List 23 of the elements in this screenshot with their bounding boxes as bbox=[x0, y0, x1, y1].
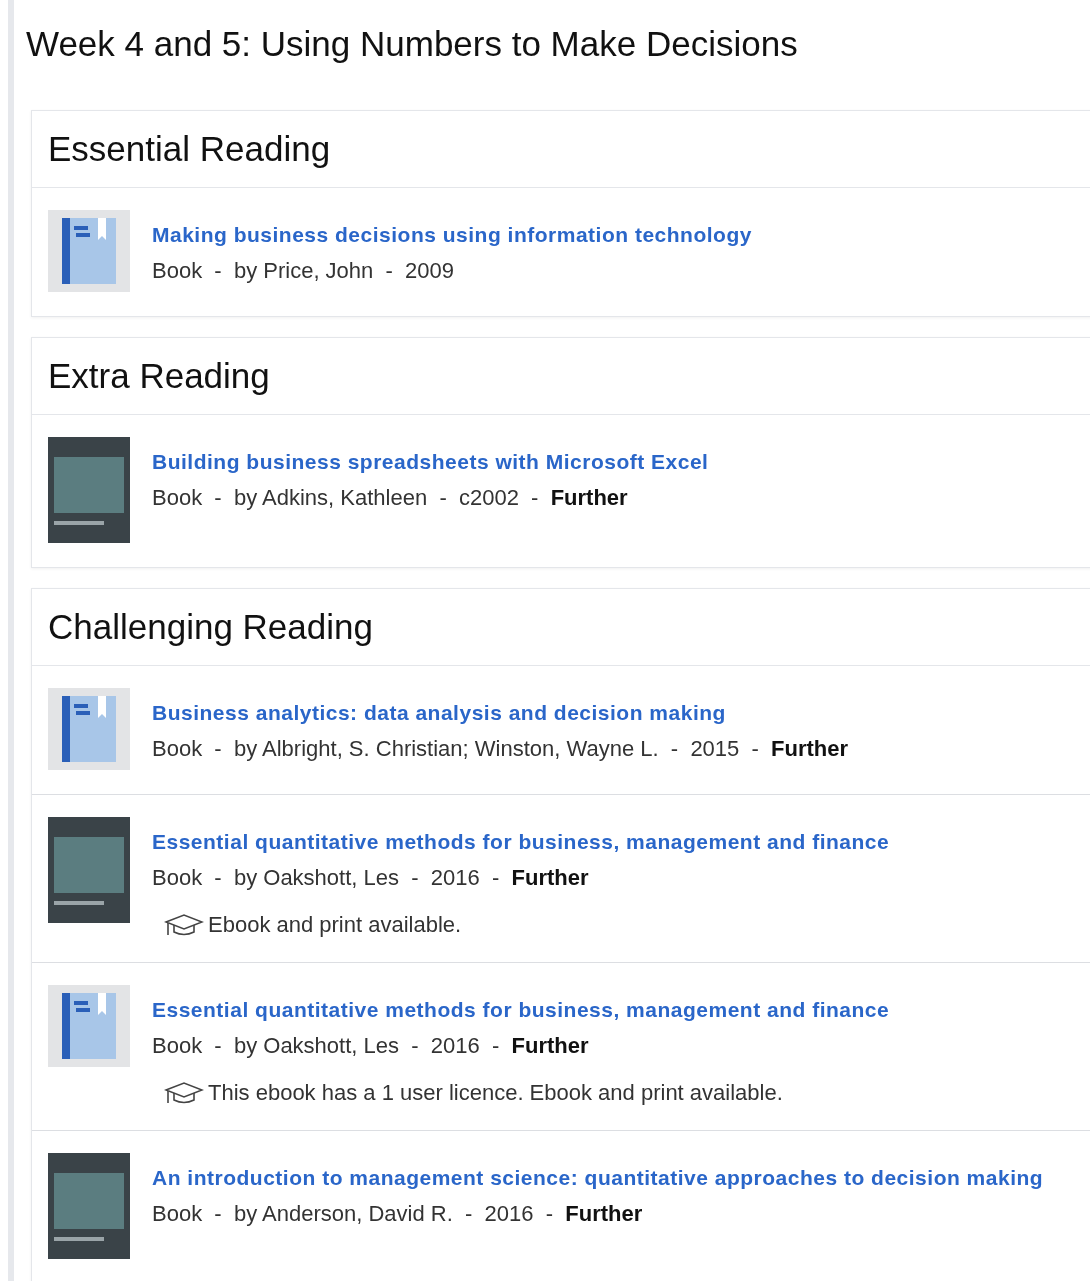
book-title-link[interactable]: Essential quantitative methods for business, management and finance bbox=[152, 829, 890, 854]
book-icon bbox=[48, 985, 130, 1067]
section-heading: Extra Reading bbox=[32, 338, 1090, 415]
availability-note: Ebook and print available. bbox=[208, 911, 462, 938]
book-details: Book - by Oakshott, Les - 2016 - Further bbox=[152, 864, 590, 891]
book-details: Book - by Price, John - 2009 bbox=[152, 257, 456, 284]
section-heading: Essential Reading bbox=[32, 111, 1090, 188]
book-details: Book - by Albright, S. Christian; Winston, Wayne L. - 2015 - Further bbox=[152, 735, 849, 762]
page-title: Week 4 and 5: Using Numbers to Make Decisions bbox=[26, 24, 799, 64]
book-details: Book - by Adkins, Kathleen - c2002 - Further bbox=[152, 484, 629, 511]
book-title-link[interactable]: Business analytics: data analysis and decision making bbox=[152, 700, 726, 725]
book-details: Book - by Oakshott, Les - 2016 - Further bbox=[152, 1032, 590, 1059]
section-heading: Challenging Reading bbox=[32, 589, 1090, 666]
book-details: Book - by Anderson, David R. - 2016 - Further bbox=[152, 1200, 644, 1227]
availability-note: This ebook has a 1 user licence. Ebook and print available. bbox=[208, 1079, 783, 1106]
book-title-link[interactable]: Essential quantitative methods for business, management and finance bbox=[152, 997, 890, 1022]
book-icon bbox=[48, 210, 130, 292]
book-icon bbox=[48, 688, 130, 770]
book-title-link[interactable]: Building business spreadsheets with Microsoft Excel bbox=[152, 449, 709, 474]
graduation-cap-icon bbox=[164, 912, 204, 937]
book-title-link[interactable]: Making business decisions using information technology bbox=[152, 222, 752, 247]
book-title-link[interactable]: An introduction to management science: quantitative approaches to decision making bbox=[152, 1165, 1044, 1190]
graduation-cap-icon bbox=[164, 1080, 204, 1105]
